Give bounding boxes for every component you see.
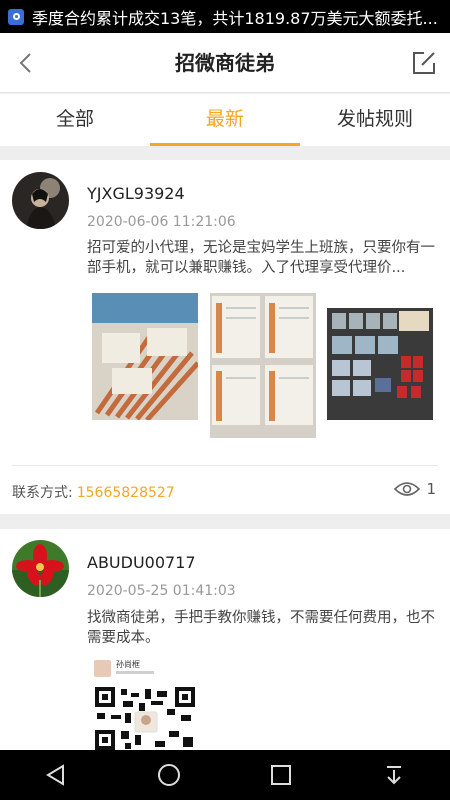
tab-bar: 全部 最新 发帖规则 [0, 94, 450, 146]
status-bar: 季度合约累计成交13笔，共计1819.87万美元大额委托... [0, 0, 450, 33]
edit-icon [413, 52, 435, 74]
section-gap [0, 514, 450, 529]
header: 招微商徒弟 [0, 33, 450, 93]
qr-card-name: 孙尚框 [116, 660, 140, 669]
post-image[interactable] [92, 293, 198, 420]
divider [12, 465, 438, 466]
post-body[interactable]: 找微商徒弟，手把手教你赚钱，不需要任何费用，也不需要成本。 [87, 608, 437, 648]
tab-posting-rules[interactable]: 发帖规则 [300, 94, 450, 146]
post-username[interactable]: YJXGL93924 [87, 184, 185, 203]
tab-latest[interactable]: 最新 [150, 94, 300, 146]
compose-post-button[interactable] [408, 47, 440, 79]
notification-ticker[interactable]: 季度合约累计成交13笔，共计1819.87万美元大额委托... [32, 5, 438, 29]
contact-info: 联系方式: 15665828527 [12, 482, 175, 502]
avatar-image [12, 172, 69, 229]
system-navigation-bar [0, 750, 450, 800]
post-time: 2020-06-06 11:21:06 [87, 214, 236, 230]
post-image[interactable] [210, 293, 316, 438]
nav-recent-apps-button[interactable] [261, 755, 301, 795]
post-card[interactable]: ABUDU00717 2020-05-25 01:41:03 找微商徒弟，手把手… [0, 529, 450, 750]
contact-phone-link[interactable]: 15665828527 [77, 485, 175, 501]
circle-home-icon [157, 764, 180, 786]
post-body[interactable]: 招可爱的小代理，无论是宝妈学生上班族，只要你有一部手机，就可以兼职赚钱。入了代理… [87, 238, 437, 278]
view-count-value: 1 [426, 480, 436, 498]
contact-label: 联系方式: [12, 485, 73, 501]
triangle-back-icon [46, 764, 65, 786]
nav-notification-button[interactable] [374, 755, 414, 795]
pull-down-icon [386, 766, 401, 785]
qr-code-image [95, 687, 195, 750]
square-recent-icon [271, 765, 292, 785]
view-count: 1 [394, 480, 436, 498]
page-title: 招微商徒弟 [175, 51, 275, 75]
nav-back-button[interactable] [36, 755, 76, 795]
post-username[interactable]: ABUDU00717 [87, 553, 196, 572]
section-gap [0, 146, 450, 160]
avatar[interactable] [12, 172, 69, 229]
avatar[interactable] [12, 540, 69, 597]
eye-icon [394, 482, 421, 496]
post-image[interactable]: 孙尚框 [92, 657, 198, 750]
post-time: 2020-05-25 01:41:03 [87, 583, 236, 599]
app-notification-icon [8, 8, 24, 25]
nav-home-button[interactable] [149, 755, 189, 795]
post-card[interactable]: YJXGL93924 2020-06-06 11:21:06 招可爱的小代理，无… [0, 160, 450, 514]
post-image[interactable] [327, 308, 433, 420]
avatar-image [12, 540, 69, 597]
tab-all[interactable]: 全部 [0, 94, 150, 146]
